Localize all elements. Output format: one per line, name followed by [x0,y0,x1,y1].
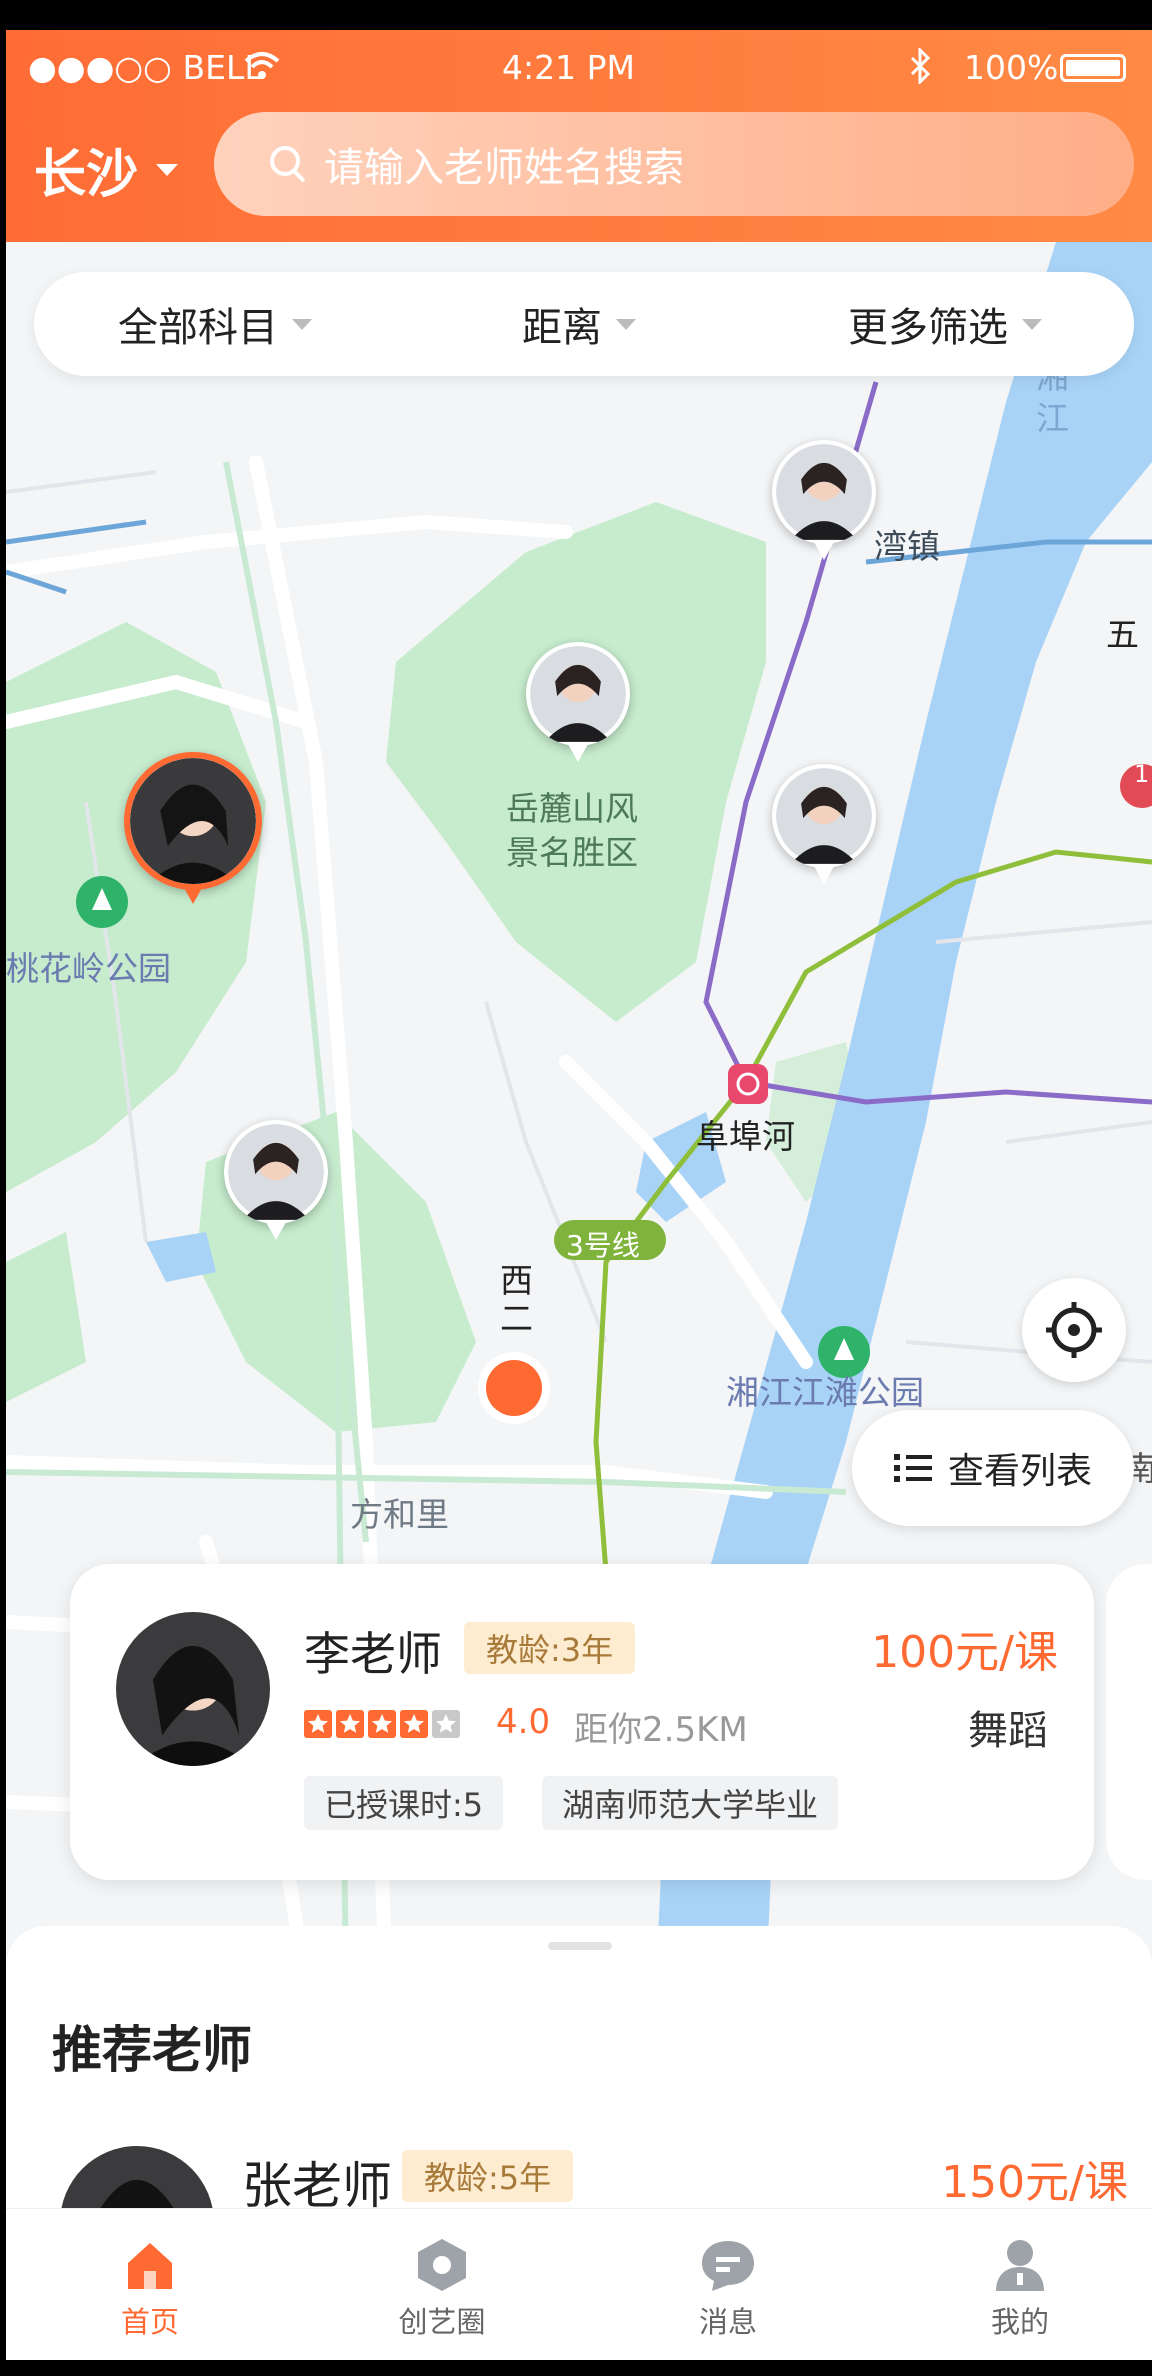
filter-more[interactable]: 更多筛选 [848,272,1042,376]
metro-station-icon [728,1064,768,1104]
drag-handle[interactable] [548,1942,612,1950]
chevron-down-icon [156,163,179,176]
map-label: 江 [1036,399,1069,438]
carrier: ●●●○○ BELL [28,48,263,87]
search-input[interactable]: 请输入老师姓名搜索 [214,112,1134,216]
search-icon [268,144,308,184]
tab-messages[interactable]: 消息 [628,2209,828,2360]
tab-home[interactable]: 首页 [50,2209,250,2360]
map-label: 桃花岭公园 [6,949,171,988]
message-icon [702,2241,754,2291]
star-filled-icon [400,1710,428,1738]
teacher-name: 李老师 [304,1627,442,1681]
user-icon [996,2240,1044,2291]
teacher-pin[interactable] [772,764,876,884]
tag-school: 湖南师范大学毕业 [542,1776,839,1830]
bluetooth-icon [908,46,932,92]
rating-value: 4.0 [496,1702,551,1742]
tab-label: 首页 [120,2305,179,2339]
home-icon [128,2243,172,2289]
teacher-pin[interactable] [224,1120,328,1240]
tab-profile[interactable]: 我的 [920,2209,1120,2360]
teacher-avatar [772,440,876,544]
teacher-pin[interactable] [772,440,876,560]
map-label: 岳麓山风 [506,789,638,828]
header: ●●●○○ BELL 4:21 PM 100% 长沙 请输入老师姓名搜索 [6,30,1152,242]
status-bar: ●●●○○ BELL 4:21 PM 100% [6,30,1152,102]
tab-label: 我的 [990,2305,1049,2339]
star-filled-icon [304,1710,332,1738]
filter-subject[interactable]: 全部科目 [118,272,312,376]
view-list-label: 查看列表 [947,1451,1092,1492]
battery-level: 100% [964,48,1059,87]
teacher-avatar [772,764,876,868]
wifi-icon [244,50,280,89]
filter-distance[interactable]: 距离 [522,272,636,376]
map-label: 二 [500,1299,533,1338]
map-label: 阜埠河 [696,1117,795,1156]
tab-label: 消息 [698,2305,757,2339]
teacher-price: 100元/课 [871,1627,1058,1678]
city-name: 长沙 [34,145,139,205]
distance: 距你2.5KM [574,1710,748,1750]
clock: 4:21 PM [502,48,635,87]
tag-lessons: 已授课时:5 [304,1776,504,1830]
star-filled-icon [368,1710,396,1738]
teacher-photo [116,1612,270,1766]
map-label: 方和里 [350,1495,449,1534]
teacher-avatar [224,1120,328,1224]
experience-badge: 教龄:3年 [464,1622,636,1674]
chevron-down-icon [616,318,636,330]
filter-bar: 全部科目 距离 更多筛选 [34,272,1134,376]
search-placeholder: 请输入老师姓名搜索 [324,145,684,191]
tab-label: 创艺圈 [398,2305,486,2339]
teacher-card[interactable]: 李老师 教龄:3年 100元/课 4.0 距你2.5KM 舞蹈 已授课时:5 湖… [70,1564,1094,1880]
view-list-button[interactable]: 查看列表 [852,1410,1134,1526]
next-teacher-card[interactable] [1106,1564,1152,1880]
rating-stars [304,1710,464,1738]
star-filled-icon [336,1710,364,1738]
filter-label: 距离 [522,305,602,351]
city-selector[interactable]: 长沙 [34,132,179,207]
chevron-down-icon [1022,318,1042,330]
map-label: 1 [1134,760,1150,788]
hexagon-icon [418,2239,466,2291]
star-empty-icon [432,1710,460,1738]
app-screen: 湾镇 五 岳麓山风 景名胜区 桃花岭公园 阜埠河 3号线 西 二 湘江江滩公园 … [6,30,1152,2360]
map-label: 湾镇 [874,527,940,566]
crosshair-icon [1046,1302,1102,1358]
chevron-down-icon [292,318,312,330]
map-label: 3号线 [566,1229,640,1262]
park-marker-icon [76,876,128,928]
teacher-avatar [124,752,262,890]
selected-teacher-pin[interactable] [124,752,262,904]
experience-badge: 教龄:5年 [402,2150,574,2202]
locate-button[interactable] [1022,1278,1126,1382]
recommend-sheet[interactable]: 推荐老师 张老师 教龄:5年 150元/课 [6,1926,1152,2300]
tab-bar: 首页 创艺圈 消息 我的 [6,2208,1152,2360]
battery-icon [1060,54,1126,82]
subject: 舞蹈 [968,1708,1048,1754]
list-icon [893,1454,932,1482]
tab-circle[interactable]: 创艺圈 [342,2209,542,2360]
section-title: 推荐老师 [52,2021,252,2079]
teacher-pin[interactable] [526,642,630,762]
map-label: 湘江江滩公园 [726,1373,924,1412]
map-label: 景名胜区 [506,833,638,872]
teacher-price: 150元/课 [941,2157,1128,2208]
teacher-avatar [526,642,630,746]
map-label: 五 [1106,615,1139,654]
filter-label: 更多筛选 [848,305,1008,351]
filter-label: 全部科目 [118,305,278,351]
